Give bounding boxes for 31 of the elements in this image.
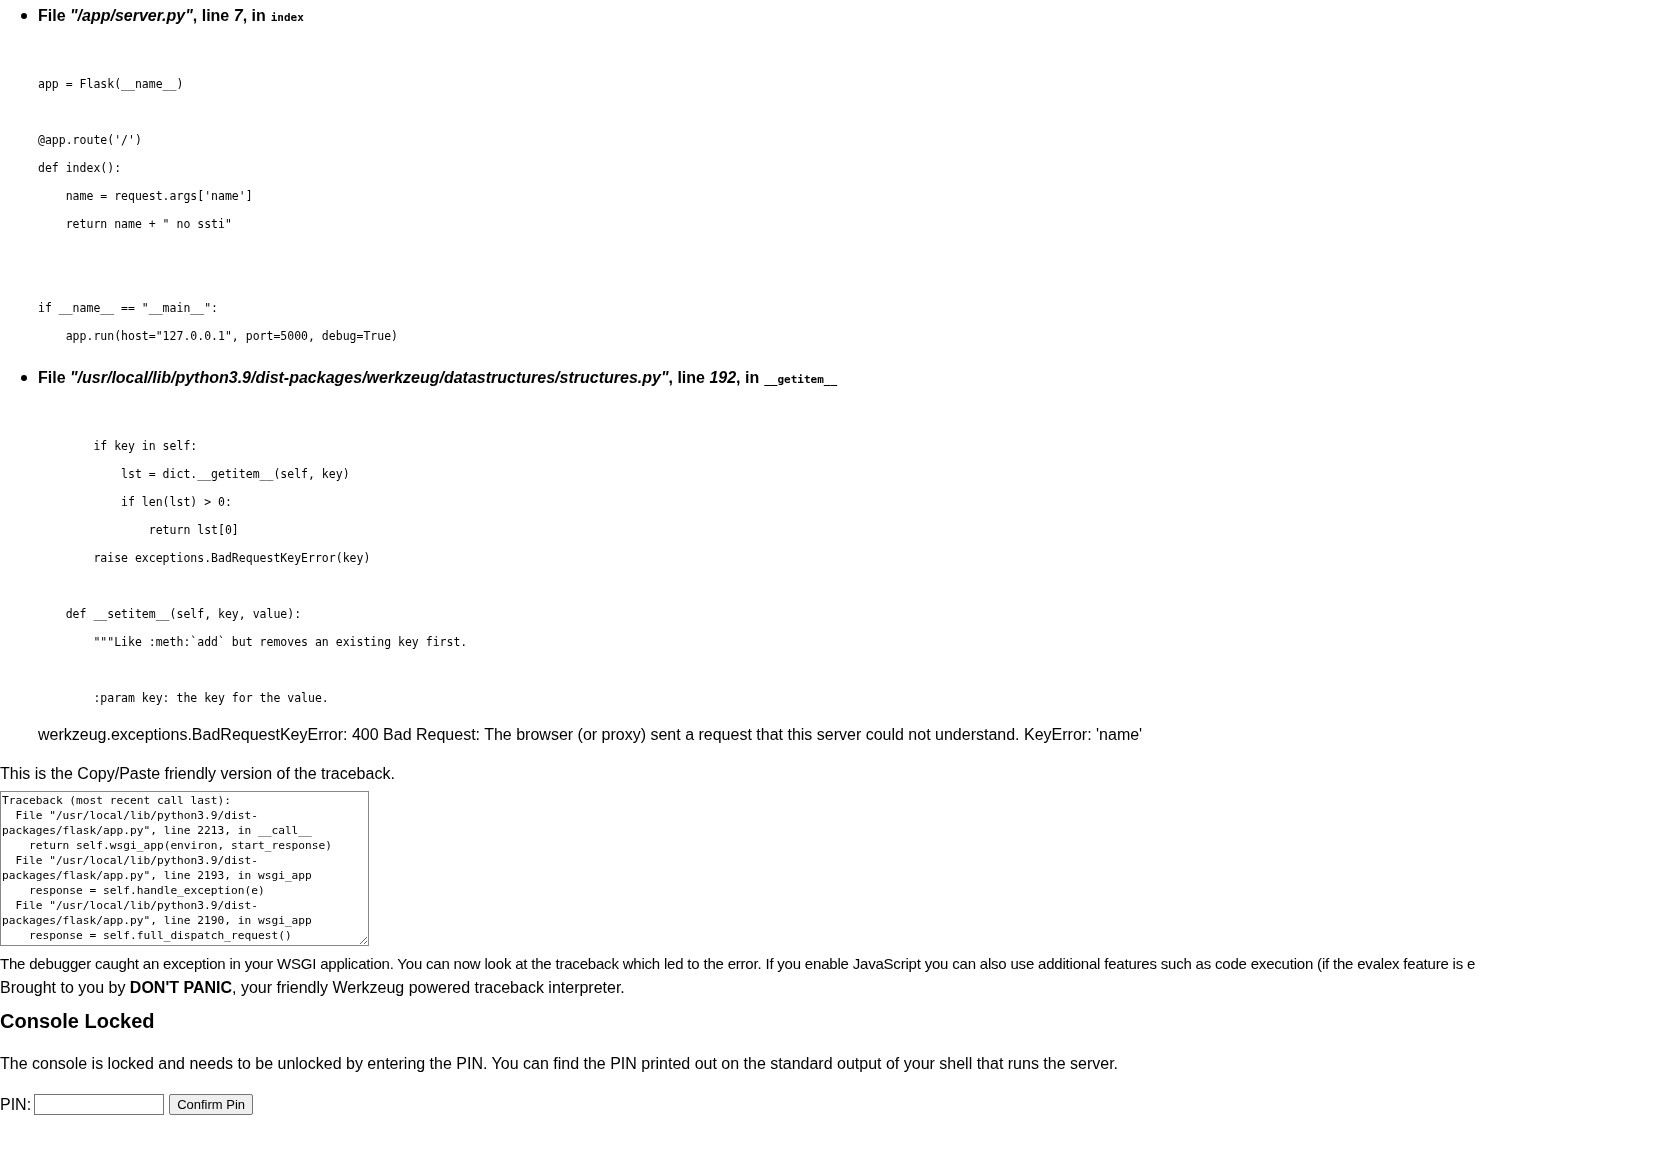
explanation-text: The debugger caught an exception in your WSGI application. You can now look at the traceback which led to the error. If you enable JavaScript you can also use additional features such as code execution (if the evalex feature is e [0,954,1477,974]
code-line: if __name__ == "__main__": [38,301,218,315]
code-line: app.run(host="127.0.0.1", port=5000, debug=True) [64,329,399,343]
pin-field[interactable] [34,1094,165,1115]
code-line: :param key: the key for the value. [92,691,329,705]
traceback-field[interactable]: Traceback (most recent call last): File "/usr/local/lib/python3.9/dist- packages/flask/app.py", line 2213, in __call__ return self.wsgi_app(environ, start_response) File "/usr/local/lib/python3.9/dist- packages/flask/app.py", line 2193, in wsgi_app response = self.handle_exception(e) File "/usr/local/lib/python3.9/dist- packages/flask/app.py", line 2190, in wsgi_app response = self.full_dispatch_request() [0,791,369,946]
code-line: def index(): [38,161,122,175]
code-line: name = request.args['name'] [64,189,253,203]
exception-message: werkzeug.exceptions.BadRequestKeyError: 400 Bad Request: The browser (or proxy) sent a request that this server could not understand. KeyError: 'name' [37,725,1144,745]
bullet-icon [21,13,27,19]
code-line: raise exceptions.BadRequestKeyError(key) [92,551,371,565]
confirm-pin-button[interactable]: Confirm Pin [169,1094,254,1115]
code-line: return name + " no ssti" [64,217,232,231]
code-line: def __setitem__(self, key, value): [64,607,302,621]
footer-text: Brought to you by DON'T PANIC, your friendly Werkzeug powered traceback interpreter. [0,978,626,998]
copy-paste-note: This is the Copy/Paste friendly version of the traceback. [0,764,396,784]
code-line: lst = dict.__getitem__(self, key) [120,467,350,481]
frame-heading: File "/app/server.py", line 7, in [38,7,266,25]
code-line: return lst[0] [147,523,239,537]
code-line: if key in self: [92,439,198,453]
code-line: @app.route('/') [38,133,142,147]
frame-heading: File "/usr/local/lib/python3.9/dist-packages/werkzeug/datastructures/structures.py", line 192, in [38,369,760,387]
code-line: if len(lst) > 0: [120,495,232,509]
console-message: The console is locked and needs to be unlocked by entering the PIN. You can find the PIN printed out on the standard output of your shell that runs the server. [0,1054,1120,1074]
bullet-icon [21,375,27,381]
function-name: __getitem__ [764,373,838,386]
pin-label: PIN: [0,1095,32,1114]
code-line: app = Flask(__name__) [38,77,184,91]
code-line: """Like :meth:`add` but removes an existing key first. [92,635,468,649]
console-heading: Console Locked [0,1009,156,1034]
function-name: index [270,11,304,24]
